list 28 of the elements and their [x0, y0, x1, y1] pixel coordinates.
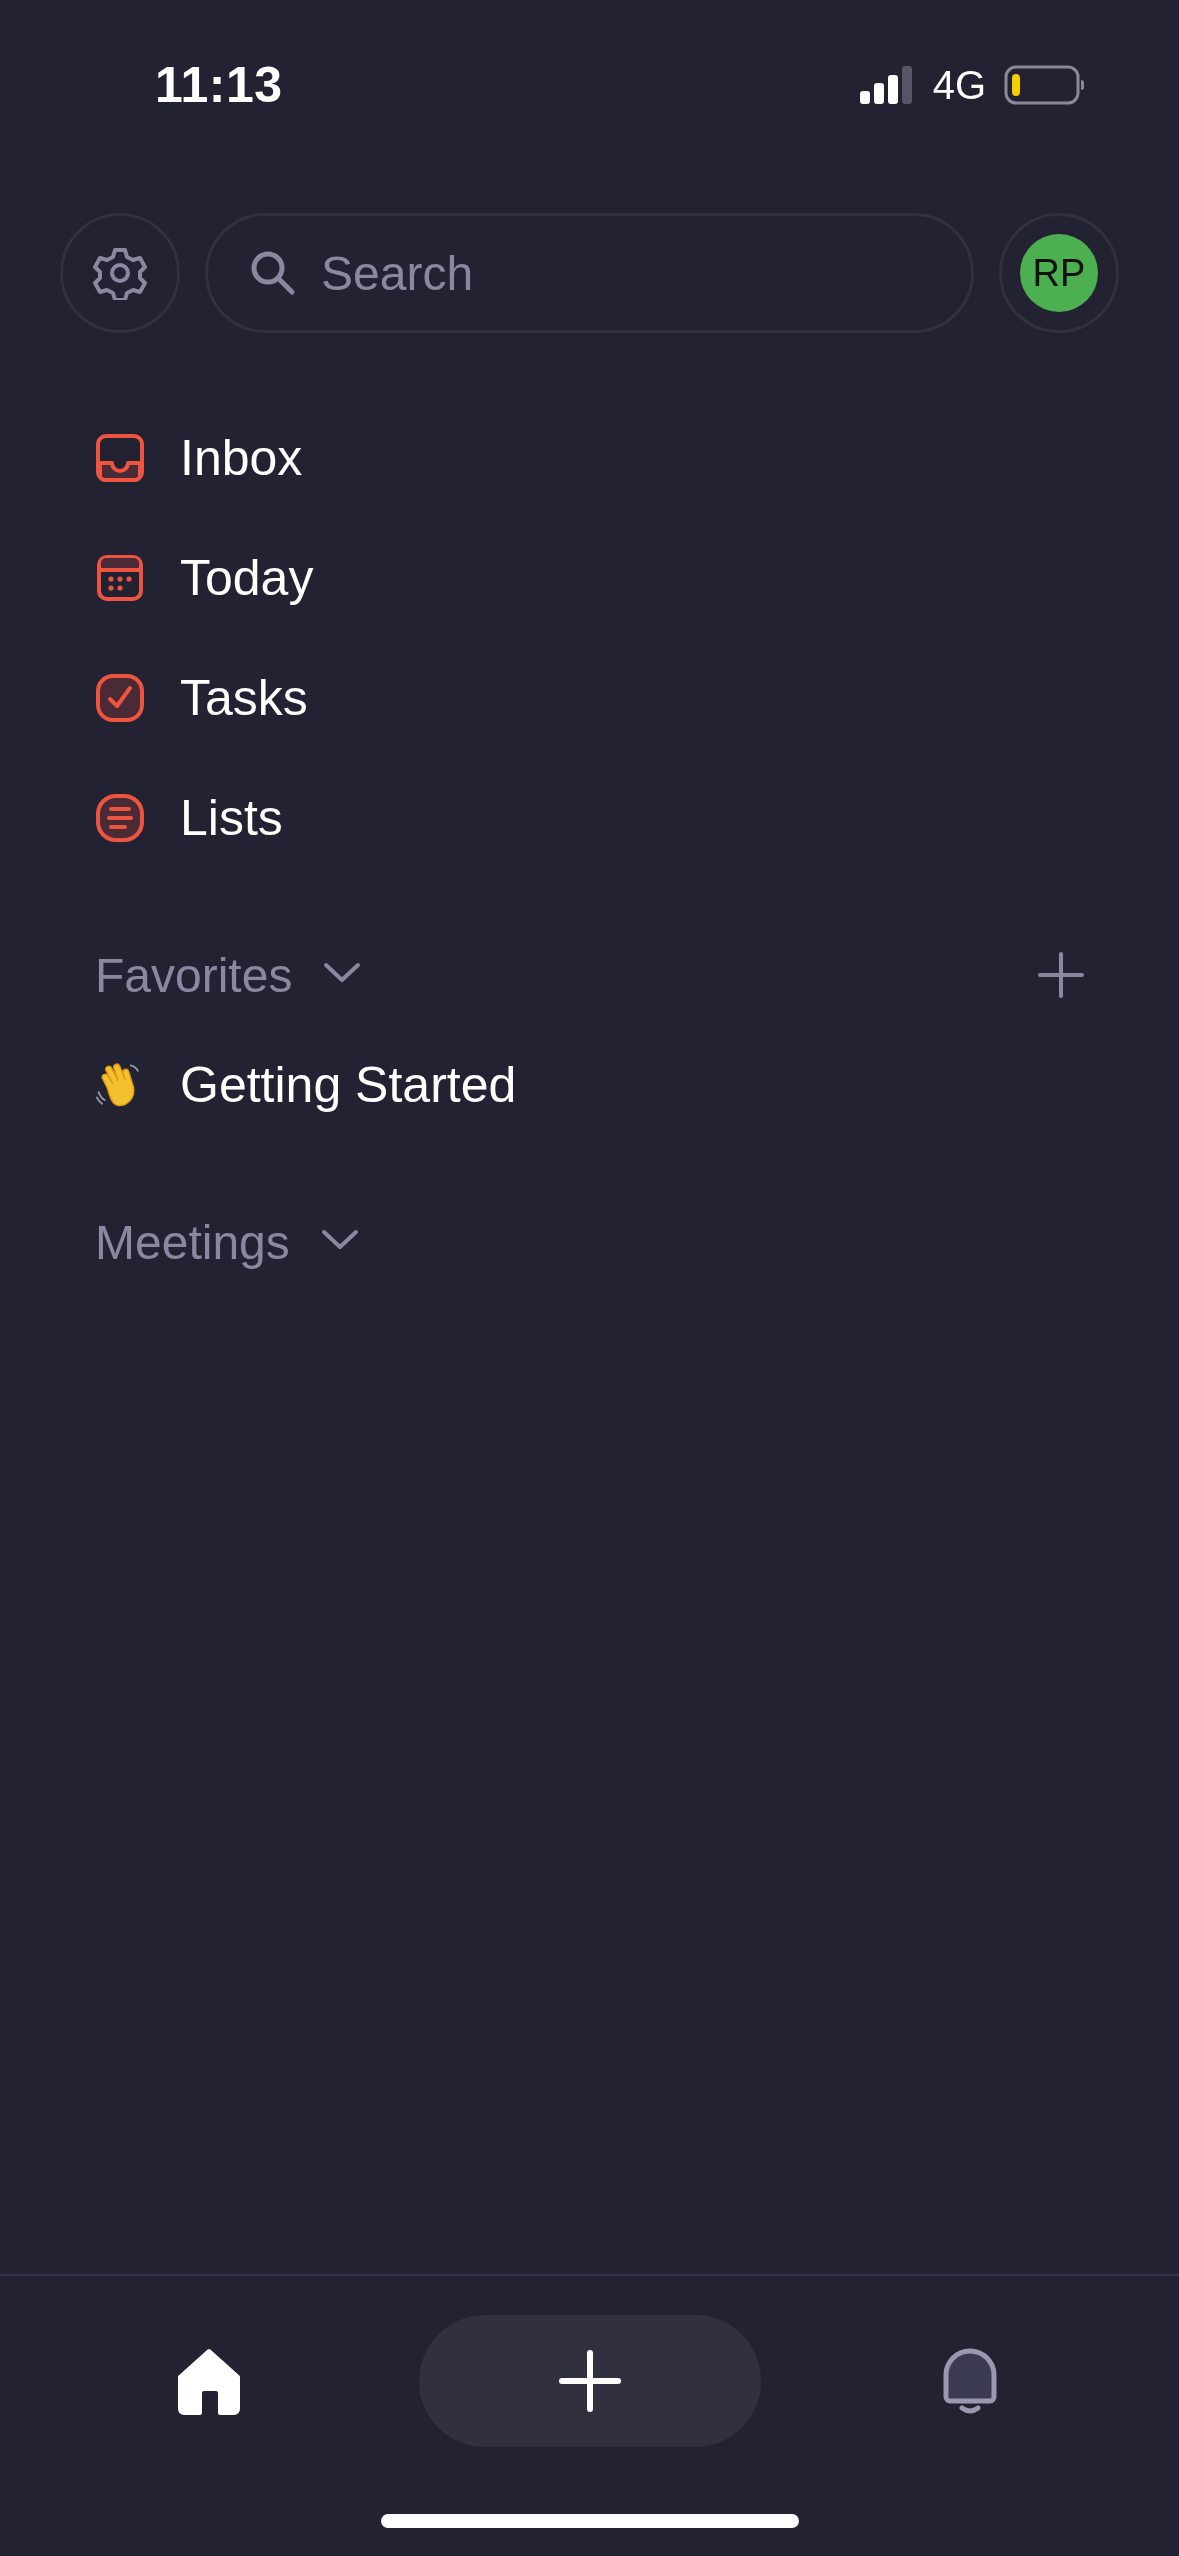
inbox-icon	[95, 433, 145, 483]
nav-item[interactable]: Inbox	[95, 429, 303, 487]
signal-icon	[858, 65, 915, 105]
battery-icon	[1004, 65, 1084, 105]
nav-item[interactable]: Tasks	[95, 669, 308, 727]
status-time: 11:13	[155, 56, 284, 114]
checkbox-icon	[95, 673, 145, 723]
home-tab[interactable]	[176, 2347, 243, 2415]
chevron-down-icon[interactable]	[322, 961, 363, 985]
nav-item[interactable]: Today	[95, 549, 314, 607]
section-title[interactable]: Favorites	[95, 947, 293, 1003]
list-icon	[95, 793, 145, 843]
profile-button[interactable]: RP	[999, 213, 1119, 333]
plus-icon	[1038, 952, 1084, 998]
calendar-icon	[95, 553, 145, 603]
nav-item[interactable]: Getting Started	[95, 1056, 517, 1114]
search-icon	[250, 250, 296, 296]
home-icon	[176, 2347, 243, 2415]
section-title[interactable]: Meetings	[95, 1214, 290, 1270]
settings-button[interactable]	[60, 213, 180, 333]
avatar: RP	[1020, 234, 1098, 312]
add-button[interactable]	[1038, 952, 1084, 998]
nav-item[interactable]: Lists	[95, 789, 283, 847]
chevron-down-icon[interactable]	[319, 1228, 360, 1252]
settings-icon	[93, 246, 147, 300]
plus-icon	[558, 2350, 621, 2412]
search-field[interactable]: Search	[205, 213, 974, 333]
network-label: 4G	[932, 62, 986, 108]
